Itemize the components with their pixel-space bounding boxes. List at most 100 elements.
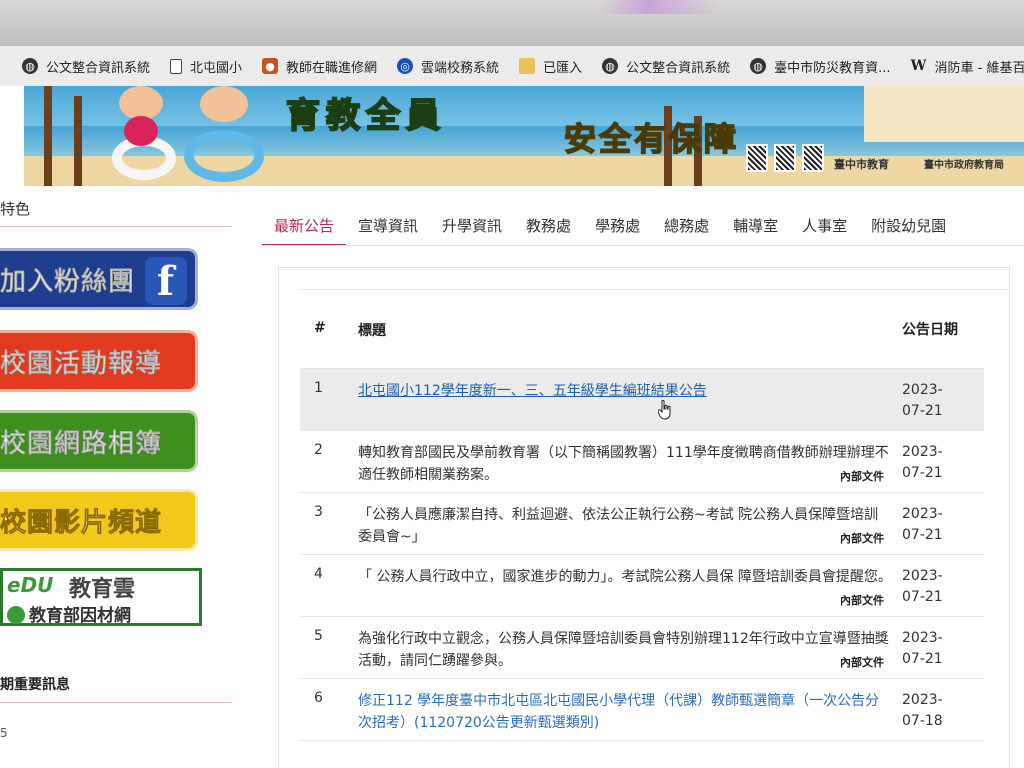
bookmark-item[interactable]: W 消防車 - 維基百科: [911, 57, 1024, 76]
bookmark-label: 教師在職進修網: [286, 60, 378, 76]
table-row: 2 轉知教育部國民及學前教育署（以下簡稱國教署）111學年度徵聘商借教師辦理辦理…: [300, 430, 984, 493]
tab-admission[interactable]: 升學資訊: [430, 214, 514, 246]
bookmark-label: 雲端校務系統: [421, 60, 500, 76]
orange-app-icon: ●: [262, 58, 279, 74]
sidebar-section-title-important: 期重要訊息: [0, 677, 70, 693]
table-row: 5 為強化行政中立觀念，公務人員保障暨培訓委員會特別辦理112年行政中立宣導暨抽…: [300, 616, 984, 679]
date-year: 2023-: [902, 629, 943, 646]
row-title-cell: 「 公務人員行政中立，國家進步的動力」。考試院公務人員保 障暨培訓委員會提醒您。…: [358, 554, 902, 617]
announcement-link[interactable]: 「 公務人員行政中立，國家進步的動力」。考試院公務人員保 障暨培訓委員會提醒您。: [358, 569, 892, 585]
bookmark-item[interactable]: ◎ 雲端校務系統: [397, 57, 499, 76]
row-date: 2023- 07-21: [902, 554, 984, 617]
tab-counseling[interactable]: 輔導室: [721, 214, 790, 246]
sidebar-section-title: 特色: [0, 200, 31, 218]
campus-video-button[interactable]: 校園影片頻道: [0, 489, 198, 551]
edu-cloud-label: 教育雲: [69, 577, 136, 602]
education-bureau-logo: 臺中市政府教育局: [924, 160, 1004, 171]
edu-dot-icon: [7, 606, 25, 624]
row-num: 4: [300, 554, 358, 617]
bookmark-item[interactable]: 已匯入: [519, 57, 582, 76]
bookmark-label: 臺中市防災教育資...: [774, 60, 891, 76]
hand-cursor-icon: [658, 400, 671, 420]
campus-news-button[interactable]: 校園活動報導: [0, 330, 198, 392]
kid-illustration: [119, 86, 163, 120]
date-monthday: 07-21: [902, 526, 943, 543]
tab-personnel[interactable]: 人事室: [790, 214, 859, 246]
date-year: 2023-: [902, 691, 943, 708]
globe-icon: ◍: [22, 58, 38, 74]
row-date: 2023- 07-21: [902, 430, 984, 493]
row-date: 2023- 07-21: [902, 616, 984, 679]
globe-icon: ◍: [602, 58, 619, 74]
row-num: 6: [300, 678, 358, 741]
palm-trunk: [74, 96, 82, 186]
fan-page-label: 加入粉絲團: [0, 266, 136, 297]
campus-album-button[interactable]: 校園網路相簿: [0, 410, 198, 472]
document-icon: [170, 58, 183, 74]
wikipedia-icon: W: [910, 58, 927, 74]
row-date: 2023- 07-21: [902, 368, 984, 431]
table-row: 1 北屯國小112學年度新一、三、五年級學生編班結果公告 2023- 07-21: [300, 368, 984, 431]
bookmarks-bar: ◍ 公文整合資訊系統 北屯國小 ● 教師在職進修網 ◎ 雲端校務系統 已匯入 ◍ 公文整…: [0, 46, 1024, 86]
divider: [0, 226, 232, 227]
bookmark-label: 公文整合資訊系統: [46, 60, 151, 76]
kid-illustration: [200, 86, 248, 122]
announcement-tabs: 最新公告 宣導資訊 升學資訊 教務處 學務處 總務處 輔導室 人事室 附設幼兒園: [262, 214, 958, 246]
adaptive-learning-label: 教育部因材網: [7, 601, 131, 626]
date-year: 2023-: [902, 567, 943, 584]
date-monthday: 07-21: [902, 650, 943, 667]
campus-news-label: 校園活動報導: [0, 348, 163, 379]
row-title-cell: 北屯國小112學年度新一、三、五年級學生編班結果公告: [358, 368, 902, 431]
tab-general-affairs[interactable]: 總務處: [652, 214, 721, 246]
date-monthday: 07-21: [902, 588, 943, 605]
announcement-link[interactable]: 「公務人員應廉潔自持、利益迴避、依法公正執行公務~考試 院公務人員保障暨培訓委員…: [358, 507, 878, 545]
bookmark-item[interactable]: ◍ 公文整合資訊系統: [22, 57, 150, 76]
table-row: 3 「公務人員應廉潔自持、利益迴避、依法公正執行公務~考試 院公務人員保障暨培訓…: [300, 492, 984, 555]
row-title-cell: 轉知教育部國民及學前教育署（以下簡稱國教署）111學年度徵聘商借教師辦理辦理不適…: [358, 430, 902, 493]
date-monthday: 07-21: [902, 464, 943, 481]
edu-logo: eDU: [7, 573, 54, 597]
tab-latest[interactable]: 最新公告: [262, 214, 347, 246]
bookmark-item[interactable]: ● 教師在職進修網: [262, 57, 377, 76]
tab-advocacy[interactable]: 宣導資訊: [346, 214, 430, 246]
bookmark-item[interactable]: ◍ 臺中市防災教育資...: [750, 57, 891, 76]
tab-kindergarten[interactable]: 附設幼兒園: [859, 214, 958, 246]
header-title: 標題: [358, 308, 902, 369]
announcement-link[interactable]: 轉知教育部國民及學前教育署（以下簡稱國教署）111學年度徵聘商借教師辦理辦理不適…: [358, 445, 889, 483]
tab-student-affairs[interactable]: 學務處: [583, 214, 652, 246]
row-date: 2023- 07-18: [902, 678, 984, 741]
banner-title-green: 育教全員: [285, 95, 446, 137]
blue-circle-icon: ◎: [397, 58, 414, 74]
banner-title-yellow: 安全有保障: [563, 119, 740, 159]
table-row: 6 修正112 學年度臺中市北屯區北屯國民小學代理（代課）教師甄選簡章（一次公告…: [300, 678, 984, 741]
row-date: 2023- 07-21: [902, 492, 984, 555]
bookmark-label: 北屯國小: [190, 60, 243, 76]
monitor-bezel: [0, 0, 1024, 46]
qr-code-icon: [746, 144, 768, 172]
fan-page-button[interactable]: 加入粉絲團 f: [0, 248, 198, 310]
announcement-link[interactable]: 修正112 學年度臺中市北屯區北屯國民小學代理（代課）教師甄選簡章（一次公告分次…: [358, 693, 879, 731]
row-title-cell: 為強化行政中立觀念，公務人員保障暨培訓委員會特別辦理112年行政中立宣導暨抽獎活…: [358, 616, 902, 679]
bookmark-item[interactable]: 北屯國小: [170, 57, 242, 76]
bookmark-label: 公文整合資訊系統: [626, 60, 731, 76]
date-year: 2023-: [902, 443, 943, 460]
web-page: 育教全員 安全有保障 臺中市教育 臺中市政府教育局 特色 加入粉絲團 f 校園活…: [0, 86, 1024, 768]
internal-doc-tag: 內部文件: [840, 531, 884, 545]
campus-album-label: 校園網路相簿: [0, 428, 163, 459]
date-year: 2023-: [902, 505, 943, 522]
row-title-cell: 修正112 學年度臺中市北屯區北屯國民小學代理（代課）教師甄選簡章（一次公告分次…: [358, 678, 902, 741]
announcement-link[interactable]: 為強化行政中立觀念，公務人員保障暨培訓委員會特別辦理112年行政中立宣導暨抽獎活…: [358, 631, 889, 669]
edu-cloud-link[interactable]: eDU 教育雲 教育部因材網: [0, 568, 202, 626]
internal-doc-tag: 內部文件: [840, 469, 884, 483]
date-monthday: 07-18: [902, 712, 943, 729]
globe-icon: ◍: [750, 58, 767, 74]
row-num: 2: [300, 430, 358, 493]
adaptive-learning-text: 教育部因材網: [29, 606, 131, 626]
qr-code-icon: [802, 144, 824, 172]
date-year: 2023-: [902, 381, 943, 398]
tab-academic[interactable]: 教務處: [514, 214, 583, 246]
campus-video-label: 校園影片頻道: [0, 507, 163, 538]
bookmark-item[interactable]: ◍ 公文整合資訊系統: [602, 57, 730, 76]
qr-code-icon: [774, 144, 796, 172]
announcement-link[interactable]: 北屯國小112學年度新一、三、五年級學生編班結果公告: [358, 383, 707, 399]
